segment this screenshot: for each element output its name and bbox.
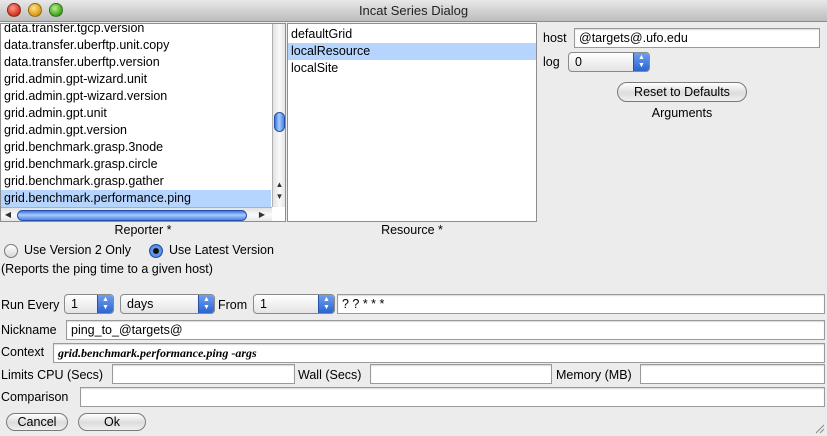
- reporter-list-item[interactable]: grid.admin.gpt-wizard.unit: [1, 71, 271, 88]
- reporter-list-item[interactable]: data.transfer.uberftp.unit.copy: [1, 37, 271, 54]
- reporter-list-item[interactable]: data.transfer.uberftp.version: [1, 54, 271, 71]
- reporter-vertical-scrollbar[interactable]: ▲ ▼: [272, 24, 285, 207]
- nickname-input[interactable]: ping_to_@targets@: [66, 320, 825, 340]
- from-select[interactable]: 1 ▲ ▼: [253, 294, 335, 314]
- memory-label: Memory (MB): [556, 368, 632, 382]
- scroll-left-arrow-icon[interactable]: ◀: [3, 210, 13, 220]
- select-arrows-icon: ▲ ▼: [198, 295, 214, 313]
- reporter-list[interactable]: data.transfer.tgcp.version data.transfer.…: [0, 23, 286, 222]
- reporter-horizontal-scroll-thumb[interactable]: [17, 210, 247, 221]
- comparison-label: Comparison: [1, 390, 69, 404]
- resource-list-item[interactable]: defaultGrid: [288, 26, 536, 43]
- select-arrows-icon: ▲ ▼: [97, 295, 113, 313]
- resize-grip-icon[interactable]: [813, 422, 825, 434]
- reporter-list-item[interactable]: grid.admin.gpt-wizard.version: [1, 88, 271, 105]
- log-label: log: [543, 55, 560, 69]
- reset-to-defaults-button[interactable]: Reset to Defaults: [617, 82, 747, 102]
- run-every-label: Run Every: [1, 298, 60, 312]
- window-title: Incat Series Dialog: [358, 3, 469, 18]
- reporter-list-item[interactable]: grid.benchmark.grasp.circle: [1, 156, 271, 173]
- host-label: host: [543, 31, 567, 45]
- resource-list-item[interactable]: localResource: [288, 43, 536, 60]
- context-label: Context: [1, 345, 45, 359]
- time-unit-select[interactable]: days ▲ ▼: [120, 294, 215, 314]
- reporter-list-item[interactable]: grid.benchmark.performance.ping: [1, 190, 271, 207]
- reporter-horizontal-scrollbar[interactable]: ◀ ▶: [1, 207, 272, 221]
- cron-input[interactable]: ? ? * * *: [337, 294, 825, 314]
- memory-input[interactable]: [640, 364, 825, 384]
- reporter-list-item[interactable]: grid.admin.gpt.version: [1, 122, 271, 139]
- select-arrows-icon: ▲ ▼: [633, 53, 649, 71]
- wall-label: Wall (Secs): [298, 368, 362, 382]
- run-every-value: 1: [71, 297, 78, 311]
- log-select-value: 0: [575, 55, 582, 69]
- use-version-2-label[interactable]: Use Version 2 Only: [24, 243, 131, 257]
- comparison-input[interactable]: [80, 387, 825, 407]
- scroll-right-arrow-icon[interactable]: ▶: [257, 210, 267, 220]
- use-version-2-radio[interactable]: [4, 244, 18, 258]
- cancel-button[interactable]: Cancel: [6, 413, 68, 431]
- use-latest-version-label[interactable]: Use Latest Version: [169, 243, 274, 257]
- reporter-list-item[interactable]: data.transfer.tgcp.version: [1, 24, 271, 37]
- scroll-up-arrow-icon[interactable]: ▲: [273, 180, 285, 190]
- limits-cpu-label: Limits CPU (Secs): [1, 368, 104, 382]
- arguments-caption: Arguments: [651, 106, 713, 120]
- use-latest-version-radio[interactable]: [149, 244, 163, 258]
- title-bar[interactable]: Incat Series Dialog: [0, 0, 827, 22]
- wall-input[interactable]: [370, 364, 552, 384]
- log-select[interactable]: 0 ▲ ▼: [568, 52, 650, 72]
- host-input[interactable]: @targets@.ufo.edu: [574, 28, 820, 48]
- from-label: From: [218, 298, 248, 312]
- resource-caption: Resource *: [381, 223, 443, 237]
- run-every-select[interactable]: 1 ▲ ▼: [64, 294, 114, 314]
- scroll-down-arrow-icon[interactable]: ▼: [273, 192, 285, 202]
- limits-cpu-input[interactable]: [112, 364, 295, 384]
- nickname-label: Nickname: [1, 323, 57, 337]
- reporter-list-item[interactable]: grid.benchmark.grasp.gather: [1, 173, 271, 190]
- select-arrows-icon: ▲ ▼: [318, 295, 334, 313]
- ok-button[interactable]: Ok: [78, 413, 146, 431]
- context-input[interactable]: grid.benchmark.performance.ping -args: [53, 343, 825, 363]
- reporter-list-item[interactable]: grid.admin.gpt.unit: [1, 105, 271, 122]
- time-unit-value: days: [127, 297, 154, 311]
- reporter-caption: Reporter *: [114, 223, 172, 237]
- from-value: 1: [260, 297, 267, 311]
- resource-list[interactable]: defaultGrid localResource localSite: [287, 23, 537, 222]
- reporter-vertical-scroll-thumb[interactable]: [274, 112, 285, 132]
- reporter-list-item[interactable]: grid.benchmark.grasp.3node: [1, 139, 271, 156]
- reporter-description: (Reports the ping time to a given host): [1, 262, 213, 276]
- resource-list-item[interactable]: localSite: [288, 60, 536, 77]
